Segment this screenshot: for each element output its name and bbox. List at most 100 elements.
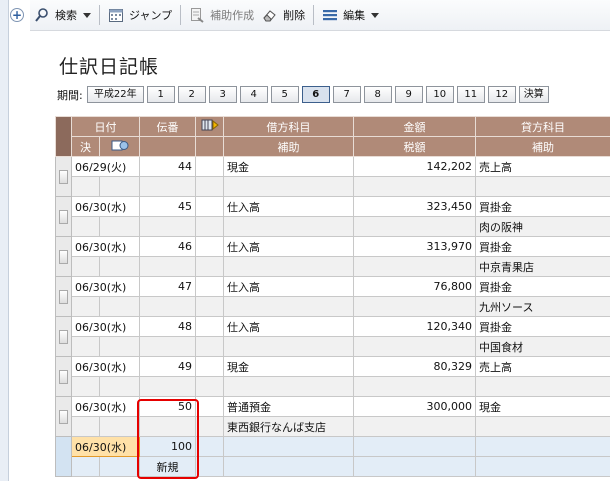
slip-sub-cell[interactable] [139, 336, 196, 357]
blank-cell[interactable] [195, 176, 224, 197]
debit-cell[interactable]: 仕入高 [223, 236, 354, 257]
memo-cell[interactable] [99, 296, 140, 317]
edit-menu-button[interactable]: 編集 [318, 4, 383, 26]
header-debit-sub[interactable]: 補助 [223, 136, 354, 157]
settle-cell[interactable] [71, 456, 100, 477]
slip-cell[interactable]: 48 [139, 316, 196, 337]
debit-sub-cell[interactable] [223, 296, 354, 317]
date-cell[interactable]: 06/30(水) [71, 396, 140, 417]
memo-cell[interactable] [99, 336, 140, 357]
table-row[interactable]: 06/30(水) 45 仕入高 323,450 買掛金 [55, 196, 610, 237]
blank-cell[interactable] [195, 376, 224, 397]
amount-cell[interactable]: 323,450 [353, 196, 476, 217]
month-button-8[interactable]: 8 [363, 86, 392, 103]
row-handle[interactable] [59, 329, 68, 344]
credit-sub-cell[interactable]: 中国食材 [475, 336, 610, 357]
date-cell[interactable]: 06/30(水) [71, 236, 140, 257]
credit-cell[interactable] [475, 436, 610, 457]
credit-cell[interactable]: 買掛金 [475, 276, 610, 297]
credit-cell[interactable]: 売上高 [475, 356, 610, 377]
table-row[interactable]: 06/29(火) 44 現金 142,202 売上高 [55, 156, 610, 197]
month-button-1[interactable]: 1 [146, 86, 175, 103]
credit-cell[interactable]: 買掛金 [475, 236, 610, 257]
table-row-sub[interactable]: 九州ソース [56, 296, 610, 317]
settle-cell[interactable] [71, 336, 100, 357]
row-selector[interactable] [55, 396, 72, 437]
row-selector-header[interactable] [55, 116, 72, 157]
debit-sub-cell[interactable] [223, 176, 354, 197]
month-button-9[interactable]: 9 [394, 86, 423, 103]
table-row-sub[interactable]: 肉の阪神 [56, 216, 610, 237]
credit-sub-cell[interactable]: 肉の阪神 [475, 216, 610, 237]
debit-cell[interactable]: 仕入高 [223, 276, 354, 297]
settle-cell[interactable] [71, 256, 100, 277]
slip-sub-cell[interactable] [139, 376, 196, 397]
tax-cell[interactable] [353, 296, 476, 317]
slip-cell[interactable]: 46 [139, 236, 196, 257]
slip-cell[interactable]: 45 [139, 196, 196, 217]
header-memo[interactable] [99, 136, 140, 157]
row-handle[interactable] [59, 169, 68, 184]
plus-icon[interactable]: + [10, 8, 24, 22]
credit-cell[interactable]: 現金 [475, 396, 610, 417]
credit-sub-cell[interactable] [475, 376, 610, 397]
debit-cell[interactable]: 普通預金 [223, 396, 354, 417]
debit-cell[interactable]: 仕入高 [223, 196, 354, 217]
amount-cell[interactable]: 300,000 [353, 396, 476, 417]
row-selector[interactable] [55, 196, 72, 237]
amount-cell[interactable]: 120,340 [353, 316, 476, 337]
month-button-5[interactable]: 5 [270, 86, 299, 103]
header-column-picker[interactable] [195, 116, 224, 137]
table-row-sub[interactable]: 中国食材 [56, 336, 610, 357]
slip-cell[interactable]: 44 [139, 156, 196, 177]
credit-sub-cell[interactable] [475, 416, 610, 437]
credit-cell[interactable]: 買掛金 [475, 196, 610, 217]
tax-cell[interactable] [353, 216, 476, 237]
memo-cell[interactable] [99, 216, 140, 237]
table-row[interactable]: 06/30(水) 46 仕入高 313,970 買掛金 [55, 236, 610, 277]
table-row[interactable]: 06/30(水) 49 現金 80,329 売上高 [55, 356, 610, 397]
search-button[interactable]: 検索 [30, 4, 95, 26]
row-selector[interactable] [55, 236, 72, 277]
debit-sub-cell[interactable] [223, 216, 354, 237]
blank-cell[interactable] [195, 276, 224, 297]
header-slip[interactable]: 伝番 [139, 116, 196, 137]
amount-cell[interactable]: 142,202 [353, 156, 476, 177]
blank-cell[interactable] [195, 356, 224, 377]
blank-cell[interactable] [195, 236, 224, 257]
date-cell[interactable]: 06/30(水) [71, 316, 140, 337]
blank-cell[interactable] [195, 456, 224, 477]
amount-cell[interactable]: 313,970 [353, 236, 476, 257]
table-row[interactable]: 06/30(水) 47 仕入高 76,800 買掛金 [55, 276, 610, 317]
table-row-sub[interactable] [56, 176, 610, 197]
debit-sub-cell[interactable] [223, 336, 354, 357]
slip-sub-cell[interactable] [139, 216, 196, 237]
memo-cell[interactable] [99, 256, 140, 277]
row-selector[interactable] [55, 316, 72, 357]
blank-cell[interactable] [195, 396, 224, 417]
row-handle[interactable] [59, 409, 68, 424]
column-picker-icon[interactable] [201, 119, 219, 131]
blank-cell[interactable] [195, 156, 224, 177]
credit-sub-cell[interactable]: 九州ソース [475, 296, 610, 317]
header-tax[interactable]: 税額 [353, 136, 476, 157]
slip-sub-cell[interactable] [139, 176, 196, 197]
month-button-4[interactable]: 4 [239, 86, 268, 103]
delete-button[interactable]: 削除 [258, 4, 309, 26]
row-selector[interactable] [55, 156, 72, 197]
row-selector[interactable] [55, 436, 72, 477]
header-date[interactable]: 日付 [71, 116, 140, 137]
month-button-11[interactable]: 11 [456, 86, 485, 103]
slip-sub-cell[interactable] [139, 296, 196, 317]
date-cell[interactable]: 06/30(水) [71, 196, 140, 217]
debit-sub-cell[interactable] [223, 456, 354, 477]
row-handle[interactable] [59, 369, 68, 384]
tax-cell[interactable] [353, 376, 476, 397]
memo-cell[interactable] [99, 376, 140, 397]
row-selector[interactable] [55, 356, 72, 397]
slip-sub-cell[interactable] [139, 256, 196, 277]
date-cell[interactable]: 06/30(水) [71, 276, 140, 297]
credit-sub-cell[interactable] [475, 176, 610, 197]
memo-cell[interactable] [99, 456, 140, 477]
settle-cell[interactable] [71, 296, 100, 317]
